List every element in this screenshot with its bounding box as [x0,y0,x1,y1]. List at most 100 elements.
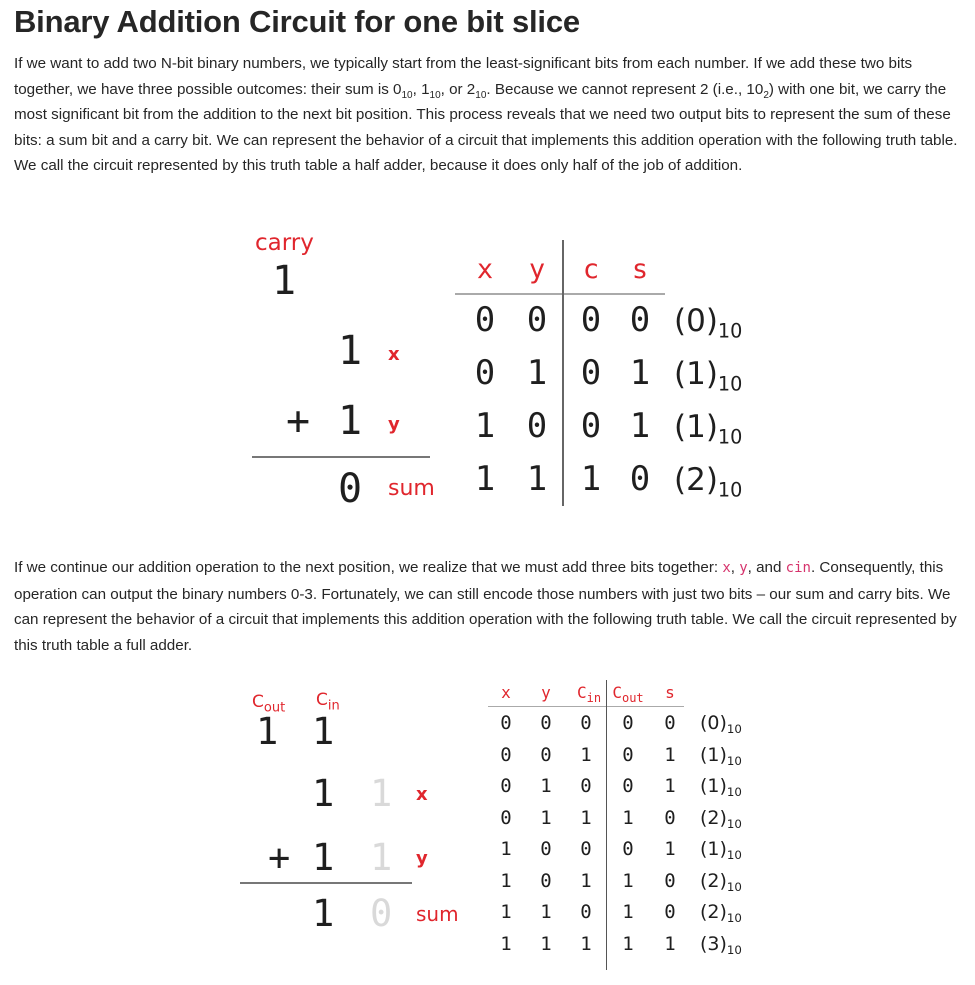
cin-value: 1 [312,710,335,753]
ha-cell-y: 0 [526,300,548,340]
fa-cell-cout: 0 [622,712,634,734]
fa-cell-x: 1 [500,932,512,955]
ha-cell-y: 1 [526,353,548,393]
ha-cell-s: 1 [629,353,651,393]
fa-cell-s: 0 [664,901,676,923]
fa-decimal-value: (2)10 [700,869,742,894]
carry-value: 1 [272,258,297,304]
header-s: s [631,254,649,285]
fa-cell-y: 0 [540,712,552,734]
header-y: y [528,254,546,285]
table-input-output-divider [562,240,564,506]
fa-decimal-value: (1)10 [700,743,742,768]
ha-cell-y: 1 [526,459,548,499]
table-header-rule [455,293,665,295]
fa-cell-x: 1 [500,901,512,923]
ha-cell-s: 1 [629,406,651,446]
fa-y-value: 1 [312,836,335,879]
intro-paragraph: If we want to add two N-bit binary numbe… [14,55,958,174]
ha-cell-x: 0 [474,353,496,393]
fa-cell-y: 1 [540,775,552,797]
fa-cell-x: 1 [500,869,512,892]
fa-decimal-value: (1)10 [700,838,742,863]
fa-x-label: x [416,784,428,805]
fa-plus-sign: + [268,836,291,879]
page-title: Binary Addition Circuit for one bit slic… [14,4,580,39]
fa-cell-y: 0 [540,869,552,892]
fa-table-divider [606,680,607,970]
fa-sum-ghost: 0 [370,892,393,935]
fa-cell-y: 1 [540,901,552,923]
full-adder-paragraph: If we continue our addition operation to… [14,559,957,654]
header-c: c [582,254,600,285]
fa-cell-y: 1 [540,806,552,829]
fa-cell-y: 1 [540,932,552,955]
fa-cell-cin: 0 [580,712,592,734]
plus-sign: + [286,398,311,444]
ha-decimal-value: (0)10 [674,303,743,343]
operand-x-label: x [388,344,400,365]
ha-cell-x: 0 [474,300,496,340]
ha-decimal-value: (2)10 [674,462,743,502]
fa-header-cin: Cin [576,683,602,706]
fa-cell-cout: 0 [622,743,634,766]
ha-cell-x: 1 [474,406,496,446]
sum-label: sum [388,476,435,501]
fa-header-cout: Cout [612,683,644,706]
operand-y-label: y [388,414,400,435]
fa-sum-rule [240,882,412,884]
ha-cell-c: 0 [580,406,602,446]
fa-cell-cin: 1 [580,806,592,829]
fa-cell-cin: 1 [580,932,592,955]
ha-cell-c: 0 [580,353,602,393]
fa-decimal-value: (2)10 [700,806,742,831]
fa-sum-label: sum [416,902,459,926]
fa-cell-s: 0 [664,806,676,829]
fa-cell-x: 1 [500,838,512,860]
fa-header-y: y [541,683,551,702]
operand-x-value: 1 [338,328,363,374]
fa-decimal-value: (2)10 [700,901,742,926]
fa-sum-value: 1 [312,892,335,935]
fa-cell-cin: 0 [580,901,592,923]
carry-label: carry [255,230,314,256]
fa-cell-cout: 0 [622,838,634,860]
fa-decimal-value: (0)10 [700,712,742,737]
fa-header-x: x [501,683,511,702]
fa-cell-cout: 1 [622,869,634,892]
fa-cell-y: 0 [540,743,552,766]
sum-rule [252,456,430,458]
ha-cell-x: 1 [474,459,496,499]
fa-decimal-value: (3)10 [700,932,742,957]
fa-header-s: s [665,683,675,702]
fa-cell-s: 1 [664,775,676,797]
fa-table-header-rule [488,706,684,707]
fa-cell-x: 0 [500,712,512,734]
fa-cell-cin: 0 [580,775,592,797]
fa-cell-x: 0 [500,775,512,797]
header-x: x [476,254,494,285]
fa-cell-s: 1 [664,743,676,766]
fa-cell-y: 0 [540,838,552,860]
fa-decimal-value: (1)10 [700,775,742,800]
fa-cell-s: 0 [664,712,676,734]
ha-decimal-value: (1)10 [674,356,743,396]
fa-cell-x: 0 [500,806,512,829]
fa-cell-s: 0 [664,869,676,892]
fa-cell-s: 1 [664,838,676,860]
ha-cell-c: 1 [580,459,602,499]
ha-decimal-value: (1)10 [674,409,743,449]
fa-cell-cout: 0 [622,775,634,797]
cout-value: 1 [256,710,279,753]
ha-cell-c: 0 [580,300,602,340]
fa-y-label: y [416,848,428,869]
fa-x-value: 1 [312,772,335,815]
fa-cell-s: 1 [664,932,676,955]
fa-cell-cin: 0 [580,838,592,860]
ha-cell-s: 0 [629,459,651,499]
fa-cell-cout: 1 [622,901,634,923]
fa-cell-cin: 1 [580,869,592,892]
operand-y-value: 1 [338,398,363,444]
fa-x-ghost: 1 [370,772,393,815]
fa-cell-cin: 1 [580,743,592,766]
